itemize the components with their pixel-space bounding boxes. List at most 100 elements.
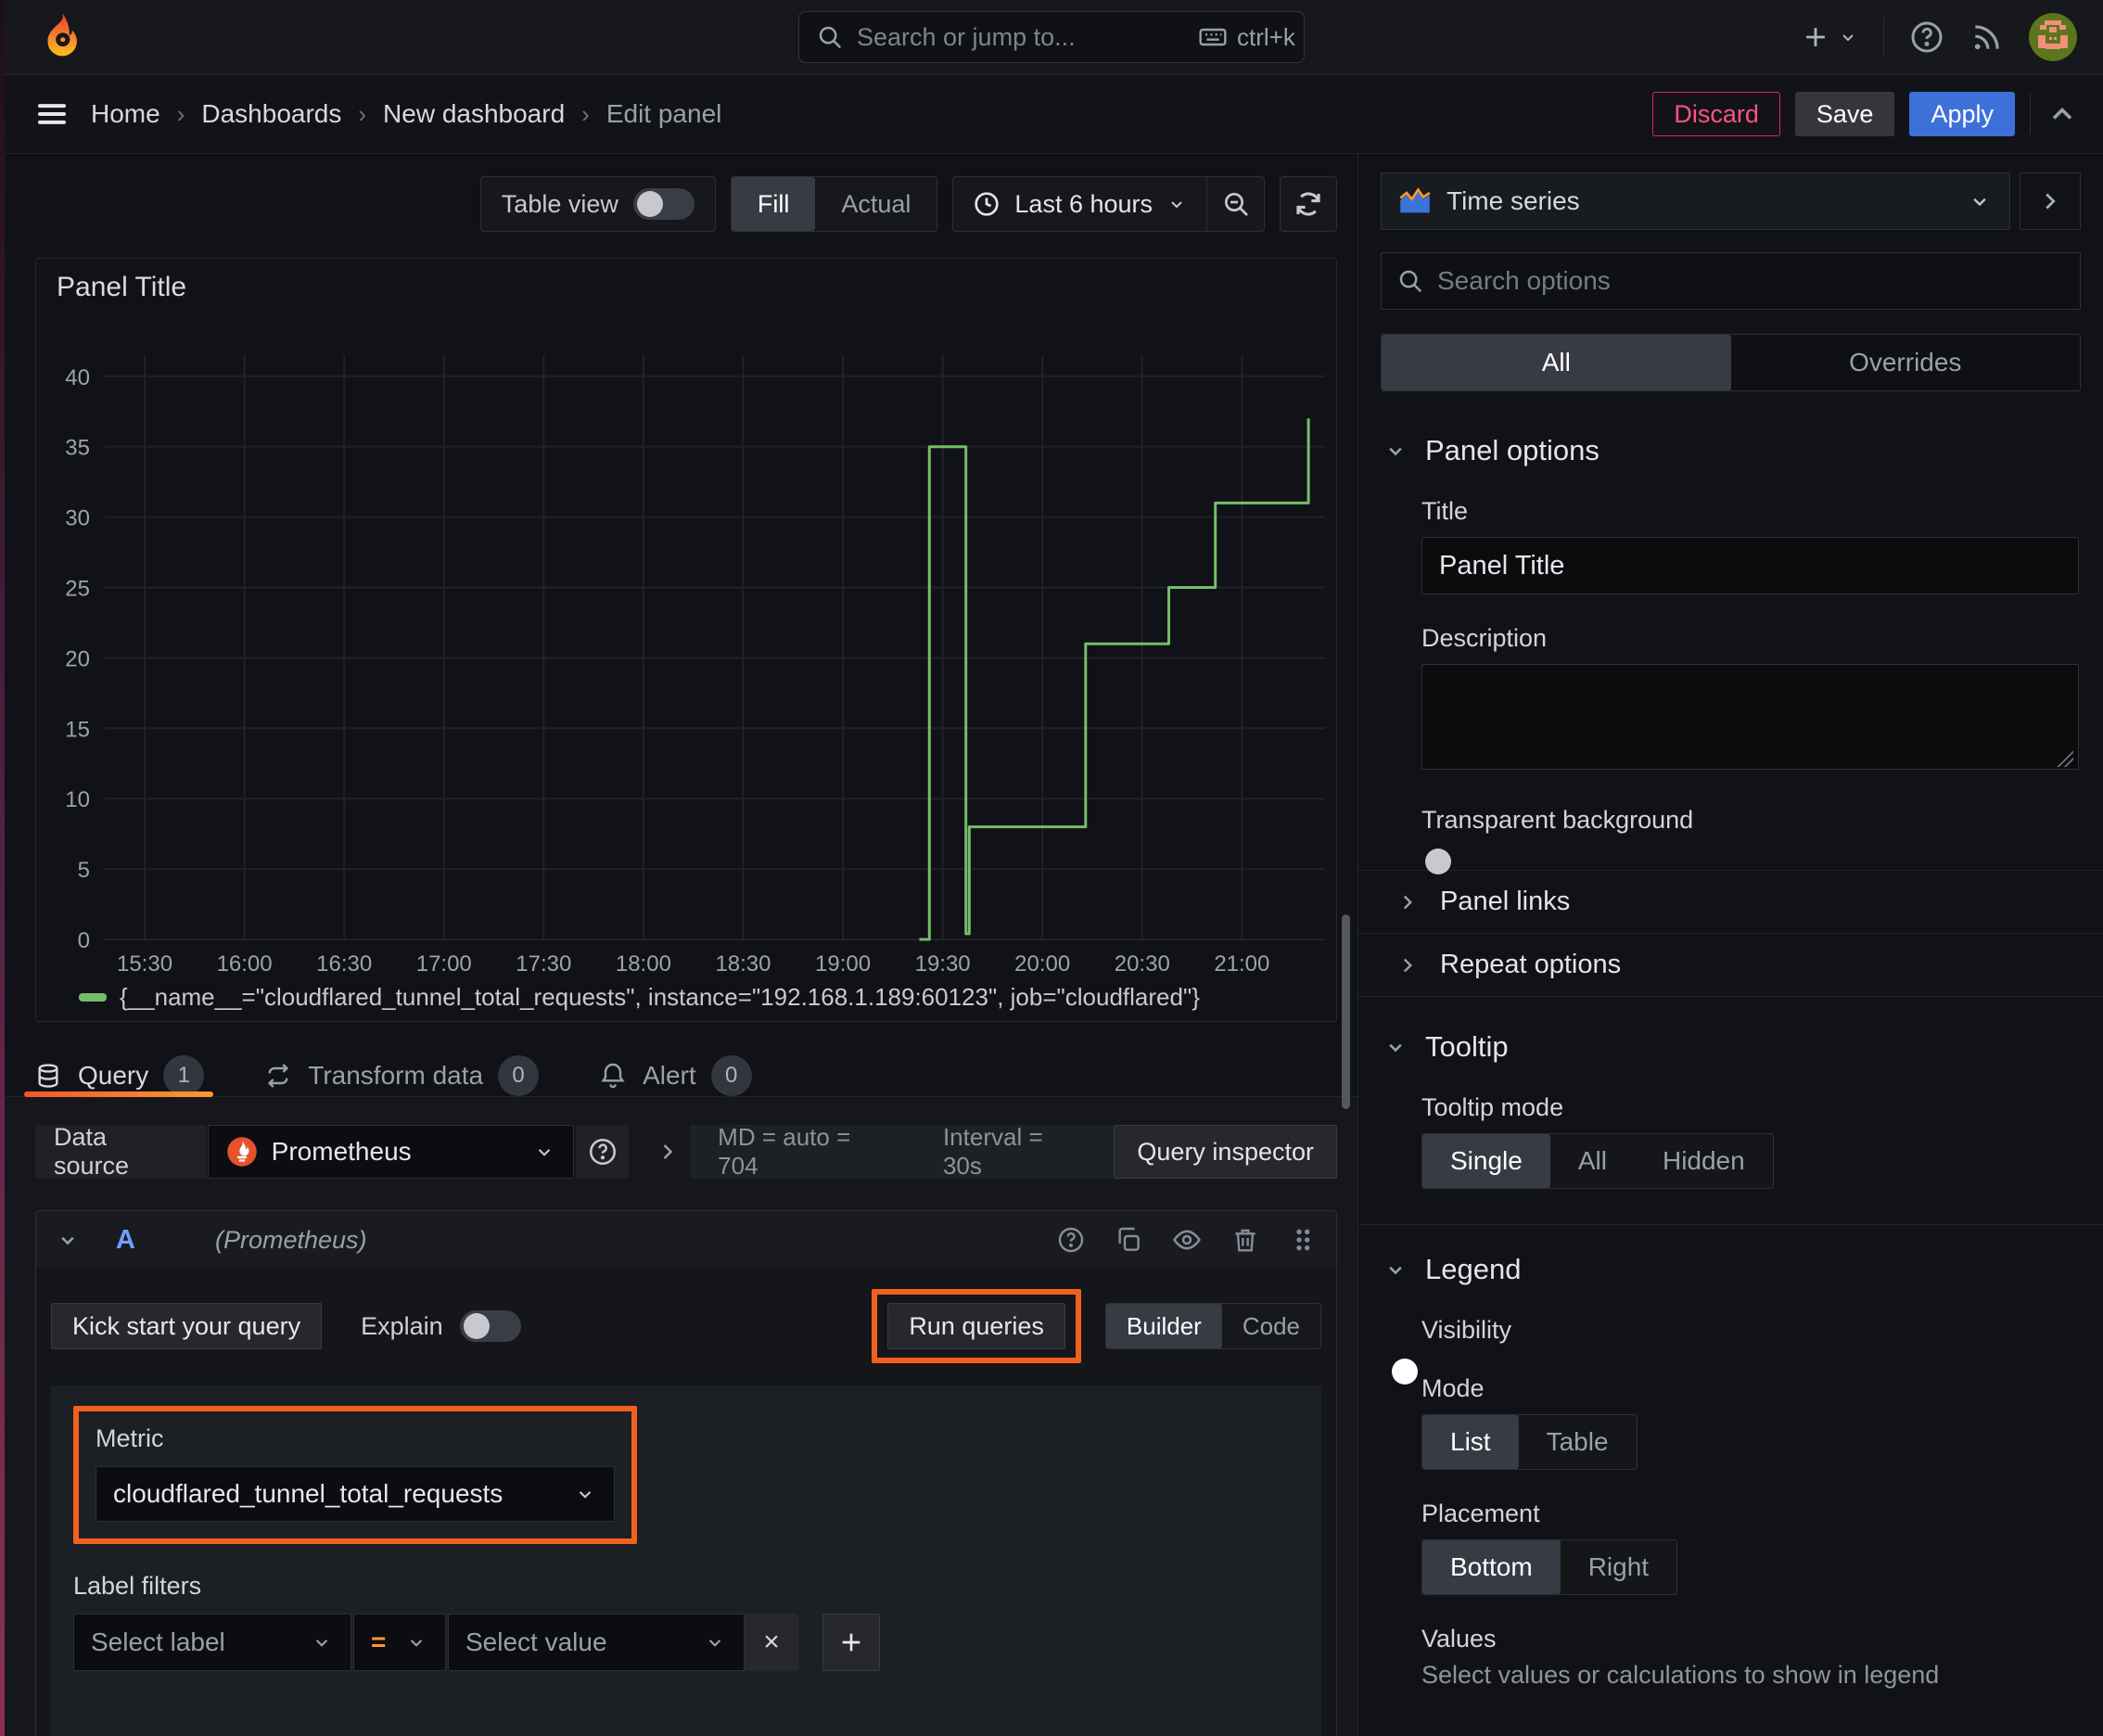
options-search[interactable] bbox=[1381, 252, 2081, 310]
news-button[interactable] bbox=[1969, 19, 2005, 55]
chevron-down-icon bbox=[1171, 201, 1182, 209]
tab-transform-data[interactable]: Transform data 0 bbox=[263, 1055, 540, 1096]
zoom-out-button[interactable] bbox=[1206, 177, 1264, 231]
visibility-label: Visibility bbox=[1421, 1316, 1512, 1344]
hamburger-icon bbox=[38, 104, 66, 124]
add-filter-button[interactable] bbox=[822, 1614, 880, 1671]
table-view-toggle-group[interactable]: Table view bbox=[479, 176, 716, 232]
tooltip-mode-single[interactable]: Single bbox=[1422, 1134, 1550, 1188]
options-tabs: All Overrides bbox=[1381, 334, 2081, 391]
search-icon bbox=[816, 23, 844, 51]
table-view-toggle[interactable] bbox=[632, 188, 695, 220]
chevron-down-icon bbox=[1973, 198, 1986, 207]
drag-handle-icon[interactable] bbox=[1288, 1225, 1318, 1255]
tab-all[interactable]: All bbox=[1382, 335, 1731, 390]
panel-options-header[interactable]: Panel options bbox=[1358, 434, 2103, 467]
breadcrumb-new-dashboard[interactable]: New dashboard bbox=[383, 99, 565, 129]
vertical-scrollbar[interactable] bbox=[1342, 914, 1350, 1109]
global-search-input[interactable] bbox=[857, 22, 1185, 52]
user-avatar[interactable] bbox=[2029, 13, 2077, 61]
query-row-header[interactable]: A (Prometheus) bbox=[36, 1211, 1336, 1269]
top-nav: ctrl+k bbox=[0, 0, 2103, 75]
help-button[interactable] bbox=[1908, 19, 1945, 56]
panel-title-input[interactable] bbox=[1421, 537, 2079, 594]
resize-handle[interactable] bbox=[2057, 750, 2073, 767]
refresh-button[interactable] bbox=[1280, 176, 1337, 232]
operator-dropdown[interactable]: = bbox=[353, 1614, 446, 1671]
menu-toggle-button[interactable] bbox=[33, 96, 70, 133]
eye-icon[interactable] bbox=[1171, 1224, 1203, 1256]
viz-suggestions-button[interactable] bbox=[2020, 172, 2081, 230]
datasource-name: Prometheus bbox=[271, 1137, 412, 1166]
duplicate-icon[interactable] bbox=[1114, 1225, 1143, 1255]
explain-toggle[interactable] bbox=[459, 1310, 521, 1342]
legend-placement-right[interactable]: Right bbox=[1561, 1540, 1676, 1594]
select-value-dropdown[interactable]: Select value bbox=[448, 1614, 745, 1671]
new-menu-button[interactable] bbox=[1800, 21, 1859, 53]
refresh-icon bbox=[1296, 192, 1320, 216]
tooltip-mode-all[interactable]: All bbox=[1550, 1134, 1635, 1188]
datasource-help-button[interactable] bbox=[575, 1125, 630, 1179]
legend-header[interactable]: Legend bbox=[1358, 1253, 2103, 1286]
code-option[interactable]: Code bbox=[1222, 1304, 1320, 1348]
metric-value: cloudflared_tunnel_total_requests bbox=[113, 1479, 503, 1508]
tab-alert[interactable]: Alert 0 bbox=[598, 1055, 752, 1096]
options-search-input[interactable] bbox=[1437, 266, 2065, 296]
chevron-right-icon bbox=[1403, 958, 1412, 972]
breadcrumb-dashboards[interactable]: Dashboards bbox=[201, 99, 341, 129]
query-inspector-button[interactable]: Query inspector bbox=[1114, 1125, 1337, 1179]
description-textarea[interactable] bbox=[1421, 664, 2079, 770]
collapse-options-button[interactable] bbox=[655, 1139, 681, 1165]
panel-links-section[interactable]: Panel links bbox=[1358, 871, 2103, 934]
tooltip-mode-group: Single All Hidden bbox=[1421, 1133, 1774, 1189]
metric-label: Metric bbox=[96, 1424, 164, 1452]
tooltip-header[interactable]: Tooltip bbox=[1358, 1030, 2103, 1064]
apply-button[interactable]: Apply bbox=[1909, 92, 2015, 136]
legend-placement-bottom[interactable]: Bottom bbox=[1422, 1540, 1561, 1594]
time-range-button[interactable]: Last 6 hours bbox=[953, 177, 1206, 231]
svg-text:5: 5 bbox=[78, 858, 90, 883]
tab-query[interactable]: Query 1 bbox=[24, 1055, 214, 1097]
breadcrumb-separator-icon: › bbox=[358, 99, 367, 128]
divider bbox=[1358, 1224, 2103, 1225]
visualization-picker[interactable]: Time series bbox=[1381, 172, 2010, 230]
clock-icon bbox=[975, 192, 1000, 216]
collapse-header-button[interactable] bbox=[2046, 97, 2079, 131]
datasource-picker[interactable]: Prometheus bbox=[207, 1125, 574, 1179]
legend-mode-list[interactable]: List bbox=[1422, 1415, 1519, 1469]
legend-series-swatch[interactable] bbox=[79, 993, 107, 1002]
builder-option[interactable]: Builder bbox=[1105, 1304, 1222, 1348]
search-icon bbox=[1399, 270, 1422, 293]
tooltip-mode-hidden[interactable]: Hidden bbox=[1635, 1134, 1773, 1188]
help-circle-icon bbox=[1911, 21, 1943, 53]
trash-icon[interactable] bbox=[1230, 1225, 1260, 1255]
legend-mode-table[interactable]: Table bbox=[1519, 1415, 1637, 1469]
metric-select[interactable]: cloudflared_tunnel_total_requests bbox=[96, 1466, 615, 1522]
global-search[interactable]: ctrl+k bbox=[798, 11, 1305, 63]
keyboard-icon bbox=[1199, 28, 1227, 46]
remove-filter-button[interactable]: × bbox=[745, 1614, 798, 1671]
kick-start-button[interactable]: Kick start your query bbox=[51, 1303, 323, 1349]
breadcrumb-home[interactable]: Home bbox=[91, 99, 160, 129]
svg-text:25: 25 bbox=[65, 576, 90, 601]
tab-overrides[interactable]: Overrides bbox=[1731, 335, 2081, 390]
actual-option[interactable]: Actual bbox=[815, 177, 937, 231]
repeat-options-section[interactable]: Repeat options bbox=[1358, 934, 2103, 997]
fill-option[interactable]: Fill bbox=[731, 177, 816, 231]
chevron-down-icon bbox=[1389, 447, 1402, 456]
run-queries-button[interactable]: Run queries bbox=[887, 1303, 1065, 1349]
legend-series-name[interactable]: {__name__="cloudflared_tunnel_total_requ… bbox=[120, 983, 1200, 1012]
plus-icon bbox=[842, 1633, 860, 1652]
panel-title[interactable]: Panel Title bbox=[36, 259, 1336, 307]
grafana-logo-icon[interactable] bbox=[35, 11, 87, 63]
datasource-row: Data source Prometheus MD = auto = 704 I… bbox=[35, 1123, 1337, 1180]
discard-button[interactable]: Discard bbox=[1652, 92, 1780, 136]
chevron-down-icon bbox=[410, 1640, 423, 1647]
query-section: Data source Prometheus MD = auto = 704 I… bbox=[0, 1097, 1357, 1736]
svg-text:40: 40 bbox=[65, 365, 90, 390]
timeseries-chart[interactable]: 0 5 10 15 20 25 30 35 40 15:30 16:00 16:30 17:00 17:3… bbox=[36, 307, 1334, 976]
edit-panel-main: Table view Fill Actual Last 6 hours Pane… bbox=[0, 154, 1357, 1736]
select-label-dropdown[interactable]: Select label bbox=[73, 1614, 351, 1671]
help-circle-icon[interactable] bbox=[1056, 1225, 1086, 1255]
save-button[interactable]: Save bbox=[1794, 92, 1895, 136]
